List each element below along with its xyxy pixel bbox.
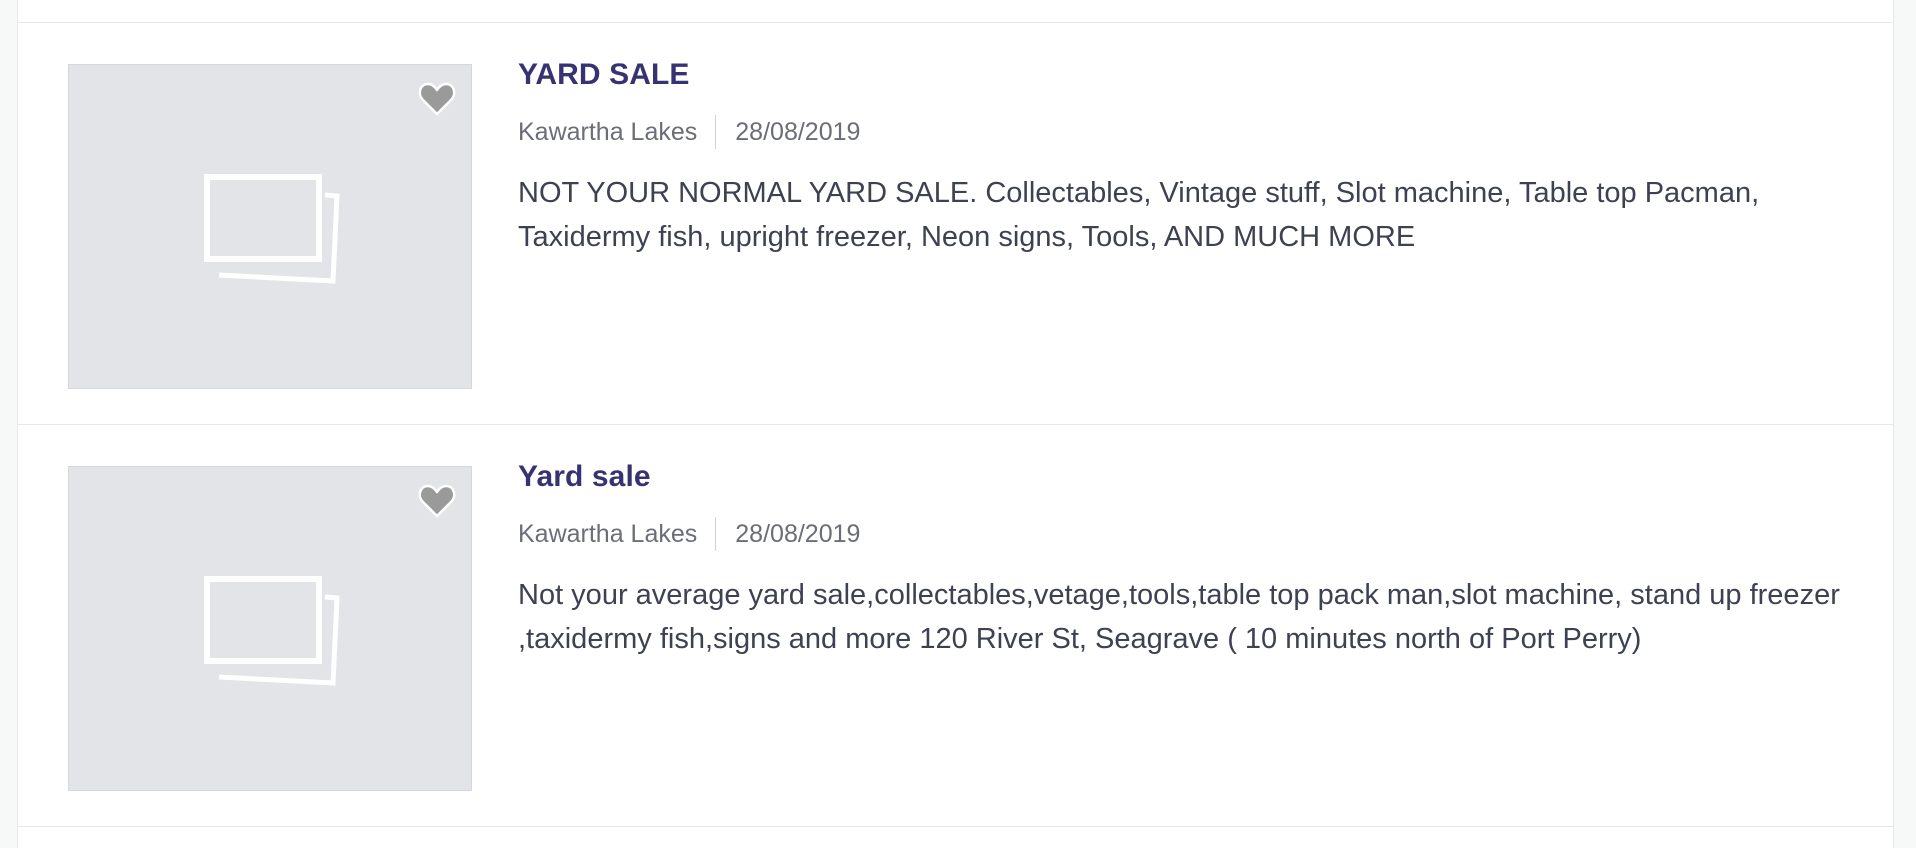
meta-separator [715, 115, 717, 149]
favorite-button[interactable] [417, 481, 457, 521]
listing-results: YARD SALE Kawartha Lakes 28/08/2019 NOT … [17, 0, 1894, 848]
listing-date: 28/08/2019 [735, 118, 861, 146]
listing-meta: Kawartha Lakes 28/08/2019 [518, 517, 1858, 551]
listing-content: YARD SALE Kawartha Lakes 28/08/2019 NOT … [518, 57, 1858, 259]
heart-icon [418, 82, 456, 116]
listing-location: Kawartha Lakes [518, 118, 698, 146]
meta-separator [715, 517, 717, 551]
listing-title-link[interactable]: YARD SALE [518, 57, 690, 93]
heart-icon [418, 484, 456, 518]
image-placeholder-icon [204, 174, 340, 284]
listing-location: Kawartha Lakes [518, 520, 698, 548]
image-placeholder-icon [204, 576, 340, 686]
listing-thumbnail[interactable] [68, 466, 472, 791]
listing-meta: Kawartha Lakes 28/08/2019 [518, 115, 1858, 149]
listing-description: Not your average yard sale,collectables,… [518, 579, 1840, 655]
favorite-button[interactable] [417, 79, 457, 119]
listing-date: 28/08/2019 [735, 520, 861, 548]
listing-thumbnail[interactable] [68, 64, 472, 389]
listing-title-link[interactable]: Yard sale [518, 459, 651, 495]
listing-content: Yard sale Kawartha Lakes 28/08/2019 Not … [518, 459, 1858, 661]
listing-card[interactable]: Yard sale Kawartha Lakes 28/08/2019 Not … [18, 425, 1893, 827]
listing-description: NOT YOUR NORMAL YARD SALE. Collectables,… [518, 177, 1760, 253]
listing-card[interactable]: YARD SALE Kawartha Lakes 28/08/2019 NOT … [18, 23, 1893, 425]
